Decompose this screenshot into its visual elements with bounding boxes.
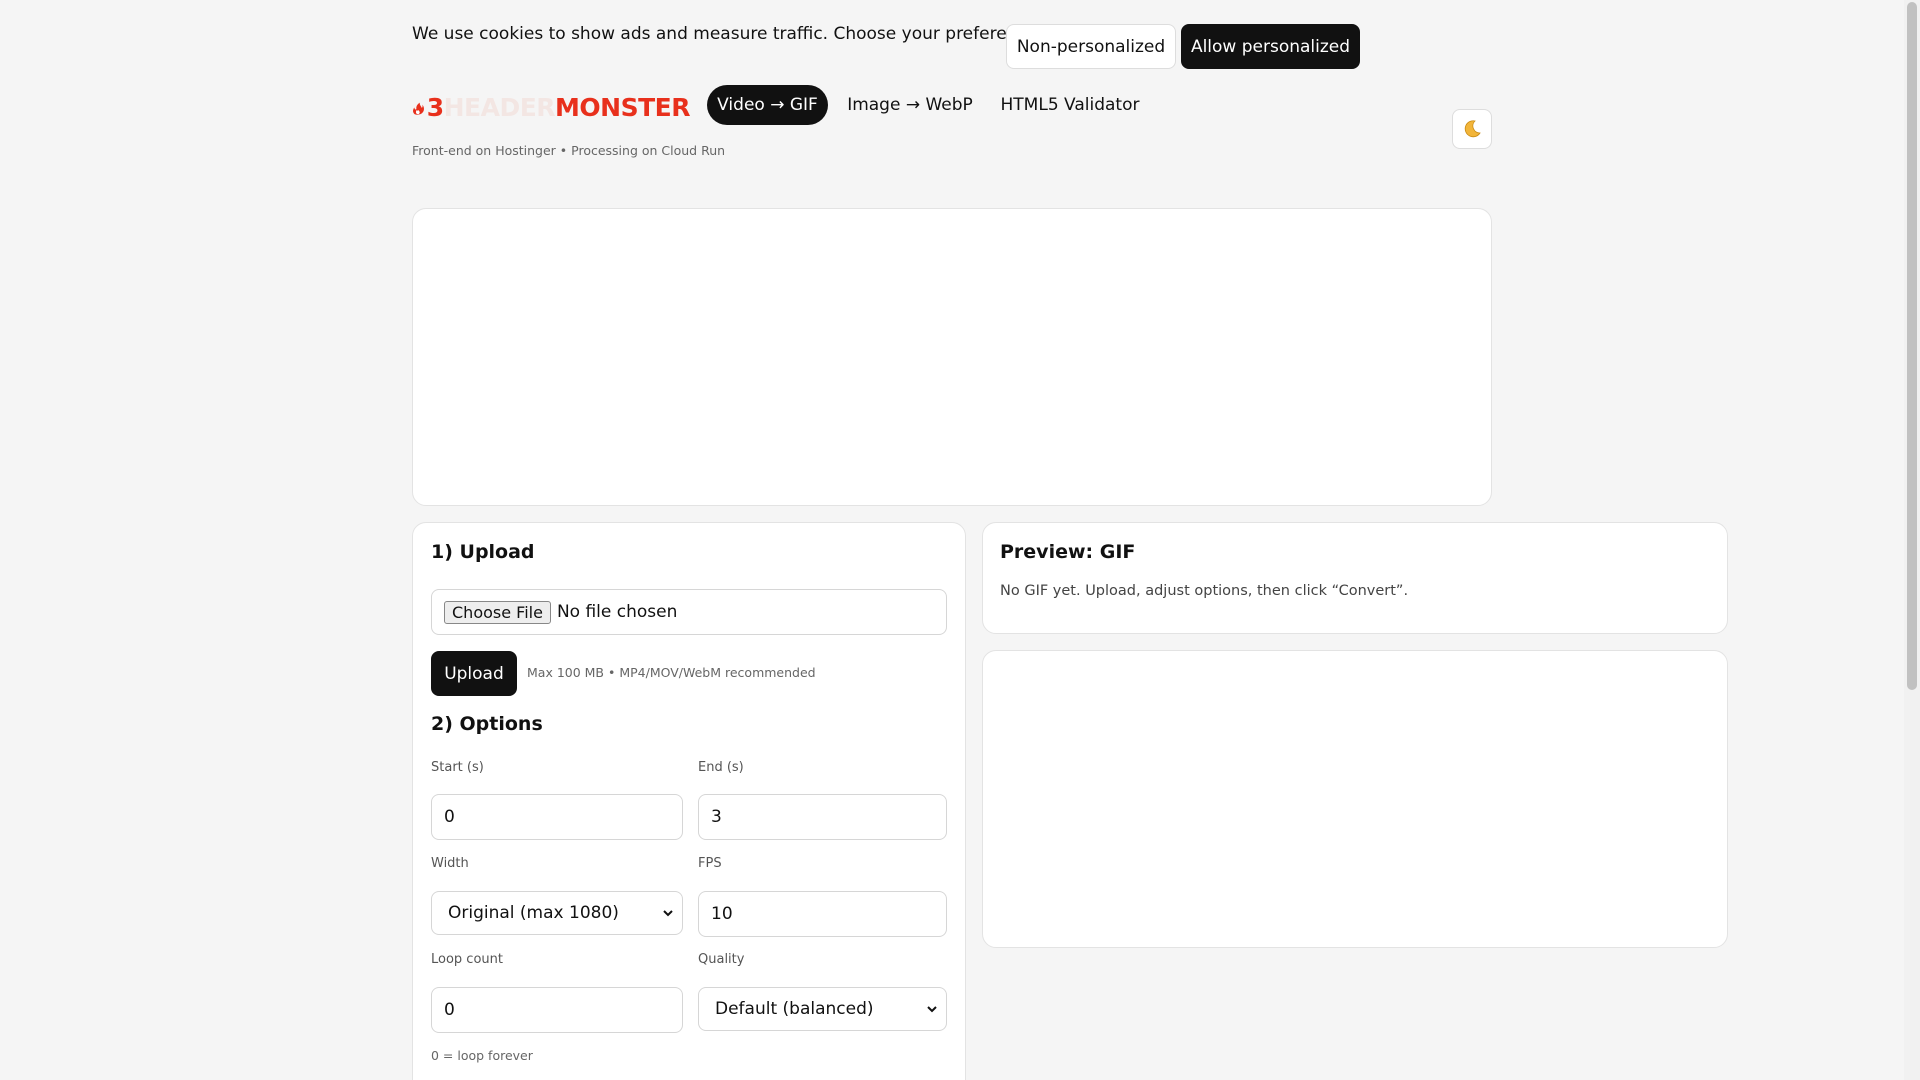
upload-button[interactable]: Upload [431,651,517,696]
start-label: Start (s) [431,760,484,775]
preview-card [982,522,1728,634]
width-label: Width [431,856,469,871]
tab-html5-validator[interactable]: HTML5 Validator [990,85,1150,125]
upload-hint: Max 100 MB • MP4/MOV/WebM recommended [527,665,816,680]
flame-icon [413,102,424,115]
upload-heading: 1) Upload [431,541,535,563]
file-input[interactable]: Choose File No file chosen [431,589,947,635]
loop-count-label: Loop count [431,952,503,967]
scrollbar-thumb[interactable] [1907,2,1917,690]
width-select[interactable]: Original (max 1080) [431,891,683,935]
preview-heading: Preview: GIF [1000,541,1136,563]
quality-select-value: Default (balanced) [715,999,874,1019]
end-label: End (s) [698,760,744,775]
tab-image-to-webp[interactable]: Image → WebP [838,85,982,125]
chevron-down-icon [927,1006,937,1013]
quality-select[interactable]: Default (balanced) [698,987,947,1031]
choose-file-button[interactable]: Choose File [444,600,551,624]
allow-personalized-button[interactable]: Allow personalized [1181,24,1360,69]
quality-label: Quality [698,952,745,967]
preview-message: No GIF yet. Upload, adjust options, then… [1000,583,1409,599]
ad-container [412,208,1492,506]
chevron-down-icon [663,910,673,917]
consent-message: We use cookies to show ads and measure t… [412,24,1043,44]
start-input[interactable]: 0 [431,794,683,840]
logo-brand-word: MONSTER [555,93,690,122]
fps-label: FPS [698,856,722,871]
no-file-label: No file chosen [556,602,678,622]
options-heading: 2) Options [431,713,543,735]
moon-icon [1464,120,1481,138]
ad-container-secondary [982,650,1728,948]
tab-video-to-gif[interactable]: Video → GIF [707,85,828,125]
non-personalized-button[interactable]: Non-personalized [1006,24,1176,69]
fps-input[interactable]: 10 [698,891,947,937]
logo-digit: 3 [426,93,444,122]
width-select-value: Original (max 1080) [448,903,619,923]
loop-count-input[interactable]: 0 [431,987,683,1033]
end-input[interactable]: 3 [698,794,947,840]
logo-faint-word: HEADER [443,93,556,122]
logo[interactable]: 3HEADERMONSTER [412,92,690,124]
theme-toggle-button[interactable] [1452,109,1492,149]
page: We use cookies to show ads and measure t… [0,0,1920,1080]
hosting-subtitle: Front-end on Hostinger • Processing on C… [412,143,726,158]
loop-hint: 0 = loop forever [431,1048,533,1063]
